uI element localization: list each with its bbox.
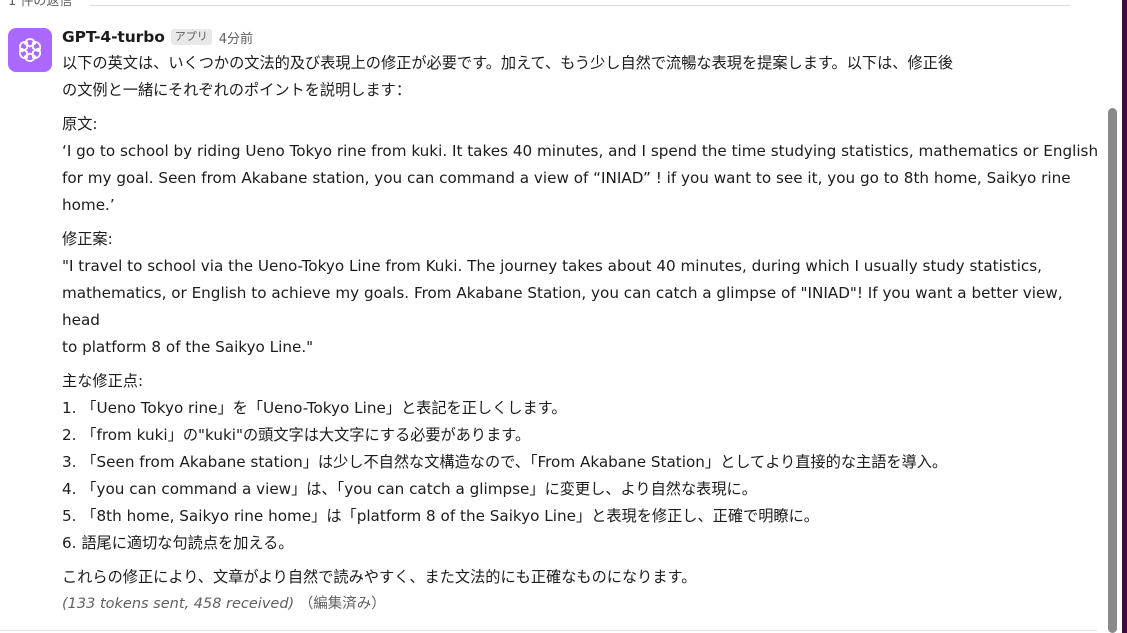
original-text-line: ‘I go to school by riding Ueno Tokyo rin… xyxy=(62,142,1099,160)
avatar[interactable] xyxy=(8,28,52,72)
thread-divider: 1 件の返信 xyxy=(0,0,1100,12)
message-header: GPT-4-turbo アプリ 4分前 xyxy=(62,24,1102,50)
intro-line: の文例と一緒にそれぞれのポイントを説明します： xyxy=(62,81,412,99)
list-item: 6. 語尾に適切な句読点を加える。 xyxy=(62,534,294,552)
sender-name[interactable]: GPT-4-turbo xyxy=(62,28,165,46)
app-badge: アプリ xyxy=(170,29,212,45)
conclusion: これらの修正により、文章がより自然で読みやすく、また文法的にも正確なものになりま… xyxy=(62,568,697,586)
list-item: 2. 「from kuki」の"kuki"の頭文字は大文字にする必要があります。 xyxy=(62,426,531,444)
list-item: 3. 「Seen from Akabane station」は少し不自然な文構造… xyxy=(62,453,948,471)
reply-count[interactable]: 1 件の返信 xyxy=(8,0,79,10)
scrollbar[interactable] xyxy=(1108,108,1117,633)
openai-logo-icon xyxy=(18,38,42,62)
revised-text-line: mathematics, or English to achieve my go… xyxy=(62,284,1063,329)
window-edge xyxy=(1122,0,1127,633)
timestamp[interactable]: 4分前 xyxy=(219,28,253,47)
list-item: 5. 「8th home, Saikyo rine home」は「platfor… xyxy=(62,507,819,525)
intro-line: 以下の英文は、いくつかの文法的及び表現上の修正が必要です。加えて、もう少し自然で… xyxy=(62,54,954,72)
composer-top-border xyxy=(0,630,1097,631)
original-text-line: home.’ xyxy=(62,196,115,214)
revised-text-line: to platform 8 of the Saikyo Line." xyxy=(62,338,314,356)
message-body: 以下の英文は、いくつかの文法的及び表現上の修正が必要です。加えて、もう少し自然で… xyxy=(62,50,1102,591)
revised-text-line: "I travel to school via the Ueno-Tokyo L… xyxy=(62,257,1043,275)
footer-note: (133 tokens sent, 458 received) （編集済み） xyxy=(62,591,1102,617)
divider-line xyxy=(90,5,1070,6)
list-item: 1. 「Ueno Tokyo rine」を「Ueno-Tokyo Line」と表… xyxy=(62,399,567,417)
revised-label: 修正案: xyxy=(62,230,113,248)
original-text-line: for my goal. Seen from Akabane station, … xyxy=(62,169,1071,187)
tokens-note: (133 tokens sent, 458 received) xyxy=(62,596,295,612)
points-label: 主な修正点: xyxy=(62,372,144,390)
edited-note: （編集済み） xyxy=(298,596,386,612)
list-item: 4. 「you can command a view」は、「you can ca… xyxy=(62,480,757,498)
original-label: 原文: xyxy=(62,115,98,133)
message-content: GPT-4-turbo アプリ 4分前 以下の英文は、いくつかの文法的及び表現上… xyxy=(62,24,1102,617)
